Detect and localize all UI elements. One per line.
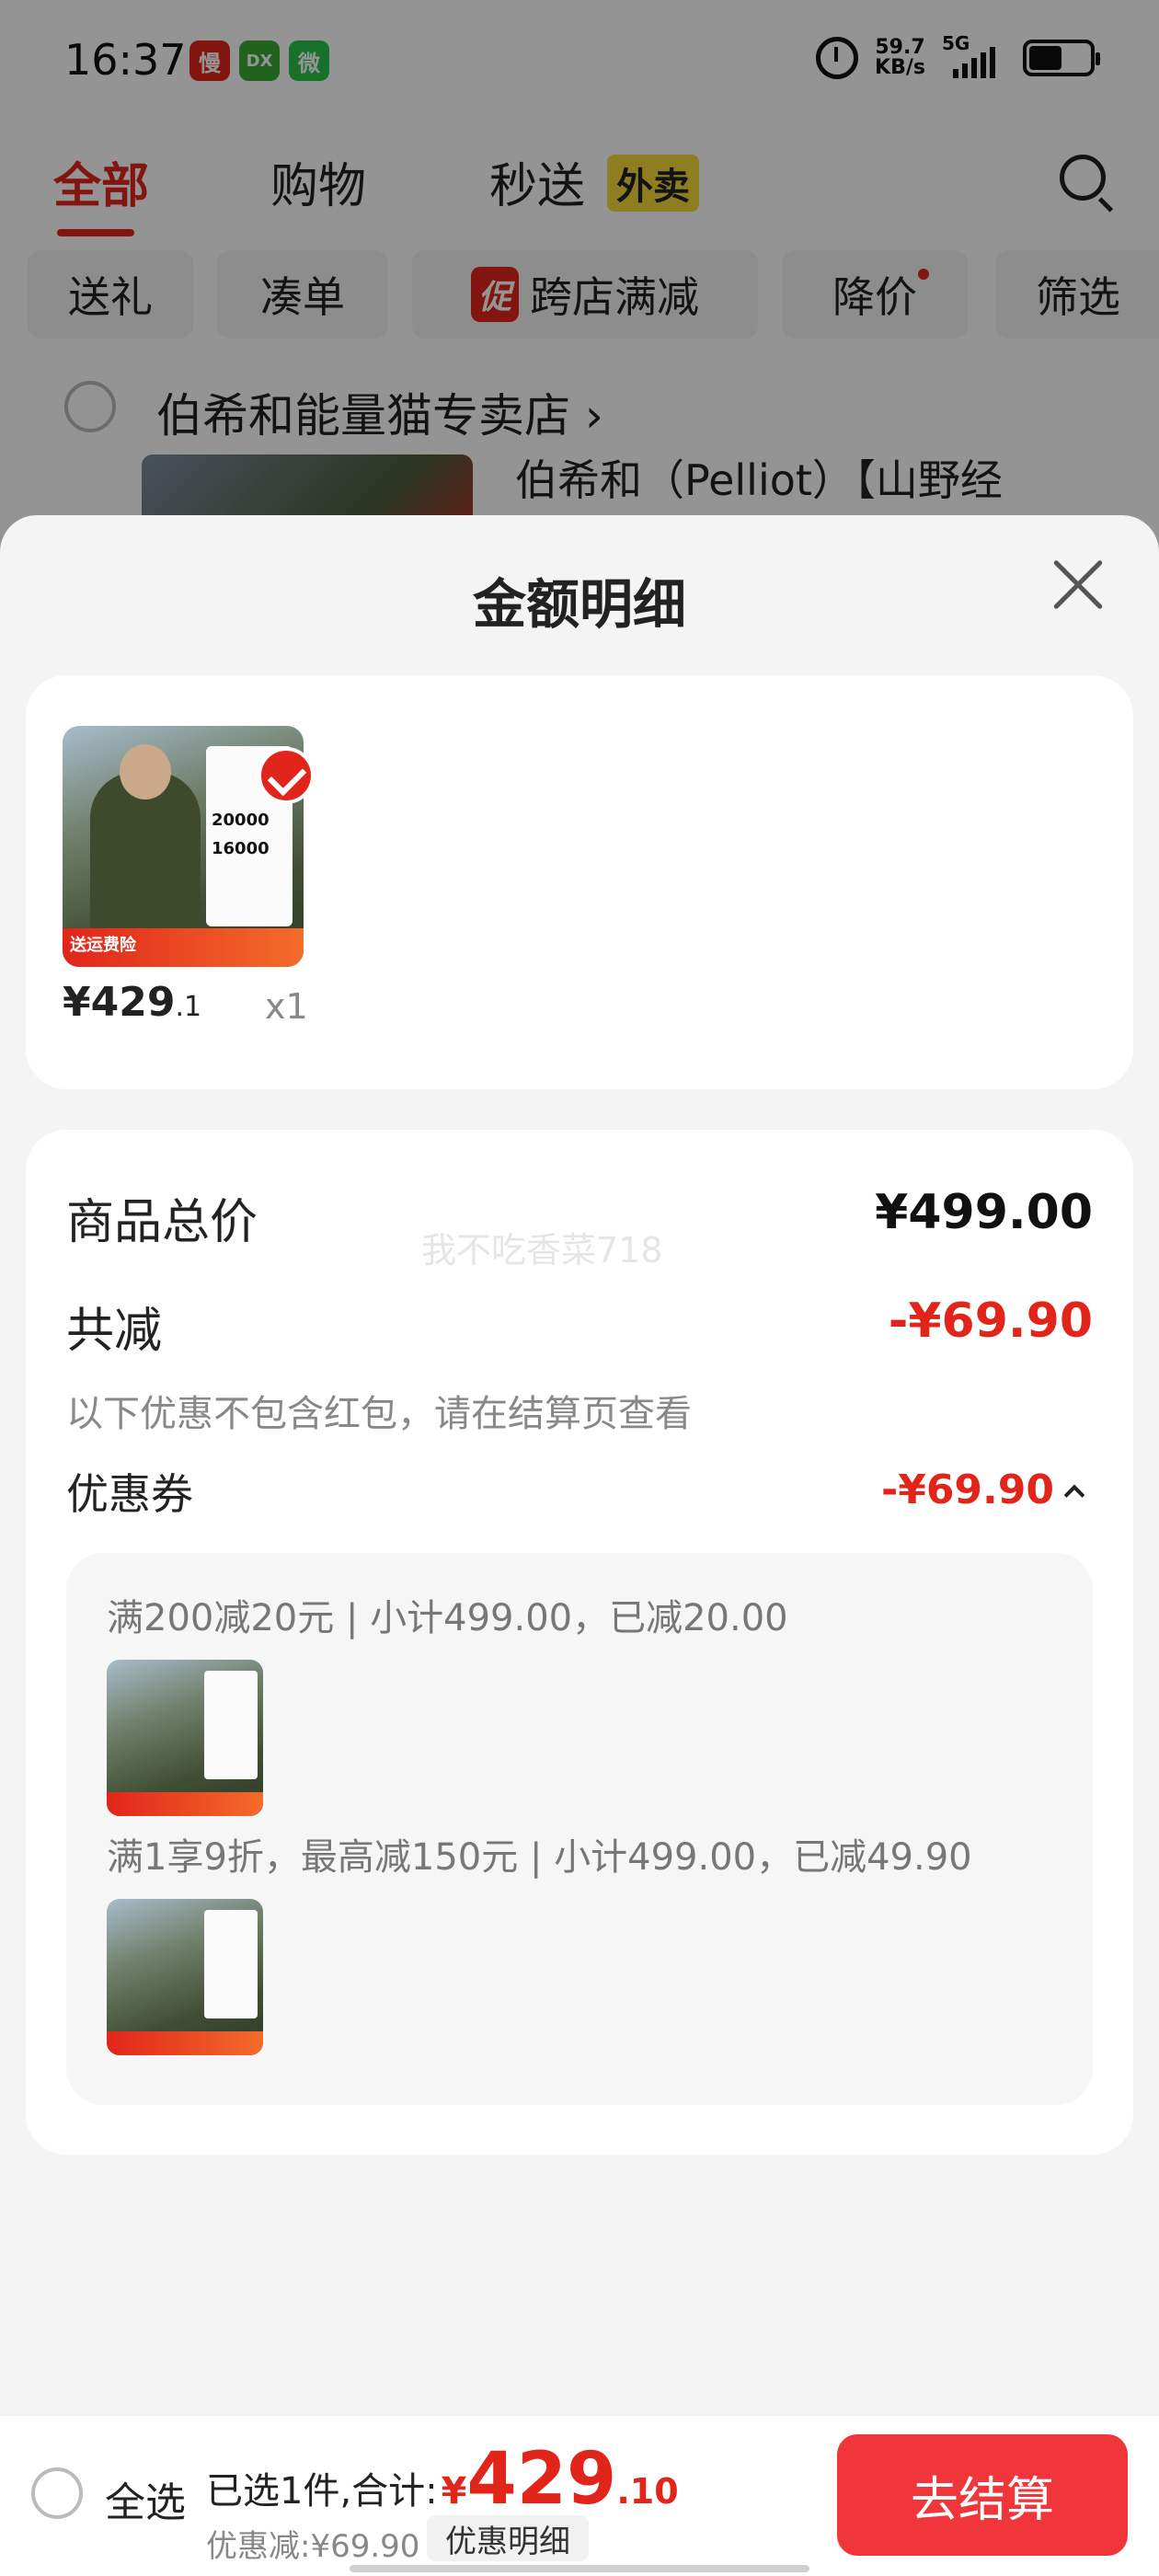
- reduction-note: 以下优惠不包含红包，请在结算页查看: [66, 1393, 692, 1435]
- coupon-toggle[interactable]: -¥69.90: [880, 1466, 1085, 1513]
- dim-overlay[interactable]: [0, 0, 1159, 552]
- coupon-product-thumbnail: [107, 1660, 263, 1816]
- item-price: ¥429.1: [63, 979, 202, 1026]
- checkout-button[interactable]: 去结算: [837, 2434, 1128, 2556]
- price-summary-card: 我不吃香菜718 商品总价 ¥499.00 共减 -¥69.90 以下优惠不包含…: [26, 1130, 1133, 2155]
- coupon-label: 优惠券: [66, 1469, 193, 1519]
- discount-detail-button[interactable]: 优惠明细: [427, 2515, 589, 2561]
- select-all-radio[interactable]: [31, 2467, 83, 2519]
- selected-items-card: 20000 16000 送运费险 ¥429.1 x1: [26, 675, 1133, 1089]
- coupon-detail-box: 满200减20元 | 小计499.00，已减20.00 满1享9折，最高减150…: [66, 1553, 1093, 2105]
- coupon-value: -¥69.90: [880, 1466, 1054, 1513]
- goods-total-label: 商品总价: [66, 1195, 258, 1250]
- coupon-product-thumbnail: [107, 1899, 263, 2055]
- checkout-bar: 全选 已选1件,合计: ¥ 429 .10 优惠减:¥69.90 优惠明细 去结…: [0, 2415, 1159, 2576]
- coupon-rule-2: 满1享9折，最高减150元 | 小计499.00，已减49.90: [107, 1836, 972, 1879]
- goods-total-value: ¥499.00: [875, 1185, 1093, 1240]
- watermark: 我不吃香菜718: [421, 1230, 663, 1271]
- amount-detail-sheet: 金额明细 20000 16000 送运费险 ¥429.1 x1 我不吃香菜718…: [0, 515, 1159, 2415]
- close-icon[interactable]: [1045, 552, 1111, 618]
- product-banner: 送运费险: [63, 928, 304, 967]
- item-quantity: x1: [265, 986, 308, 1027]
- chevron-up-icon: [1063, 1484, 1085, 1505]
- total-amount: 已选1件,合计: ¥ 429 .10: [206, 2438, 679, 2521]
- sheet-title: 金额明细: [472, 573, 686, 636]
- checkmark-icon: [258, 747, 315, 804]
- discount-summary: 优惠减:¥69.90: [206, 2528, 420, 2565]
- total-reduction-label: 共减: [66, 1304, 163, 1359]
- select-all-label[interactable]: 全选: [105, 2469, 186, 2528]
- coupon-rule-1: 满200减20元 | 小计499.00，已减20.00: [107, 1597, 788, 1639]
- total-reduction-value: -¥69.90: [888, 1294, 1093, 1349]
- home-indicator: [350, 2565, 809, 2572]
